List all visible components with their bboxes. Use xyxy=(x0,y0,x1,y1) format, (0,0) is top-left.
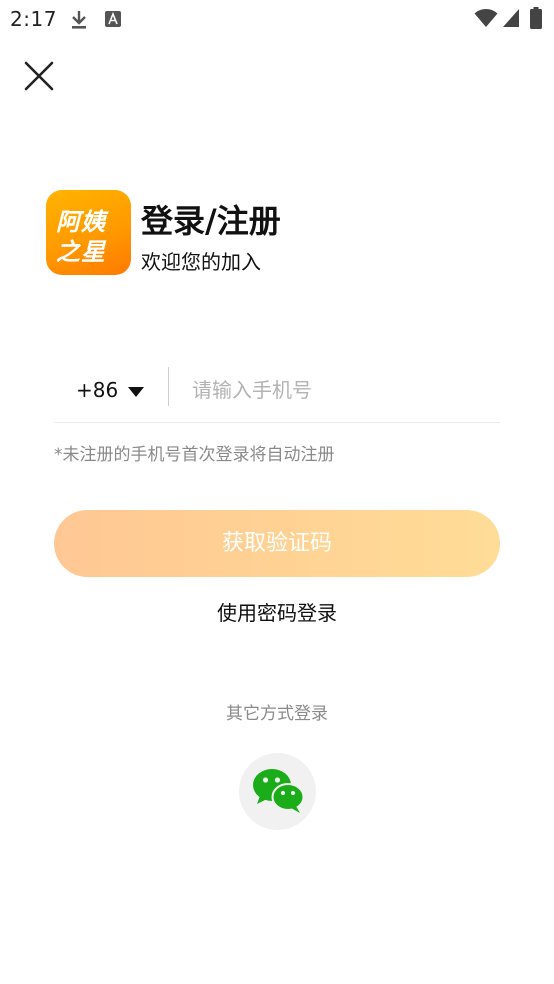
status-bar: 2:17 xyxy=(0,0,554,38)
download-icon xyxy=(72,11,86,29)
close-icon xyxy=(24,61,54,91)
phone-input-row: +86 xyxy=(54,362,500,423)
page-subtitle: 欢迎您的加入 xyxy=(141,250,261,274)
other-login-title: 其它方式登录 xyxy=(226,704,328,724)
country-code-selector[interactable]: +86 xyxy=(76,378,118,402)
font-icon xyxy=(105,11,121,27)
password-login-link[interactable]: 使用密码登录 xyxy=(217,601,337,625)
wifi-icon xyxy=(474,9,498,27)
get-verification-code-button[interactable]: 获取验证码 xyxy=(54,510,500,577)
app-logo: 阿姨 之星 xyxy=(46,190,131,275)
password-login-row: 使用密码登录 xyxy=(0,597,554,626)
status-time: 2:17 xyxy=(10,7,57,31)
page-title: 登录/注册 xyxy=(141,202,281,240)
close-button[interactable] xyxy=(20,57,58,95)
phone-number-input[interactable] xyxy=(192,372,482,408)
wechat-login-button[interactable] xyxy=(239,753,316,830)
logo-text-line2: 之星 xyxy=(56,238,106,266)
input-divider xyxy=(168,367,169,406)
chevron-down-icon[interactable] xyxy=(128,387,144,397)
wechat-icon xyxy=(253,769,304,813)
registration-hint: *未注册的手机号首次登录将自动注册 xyxy=(54,445,335,465)
signal-icon xyxy=(503,9,519,27)
battery-icon xyxy=(530,7,542,29)
